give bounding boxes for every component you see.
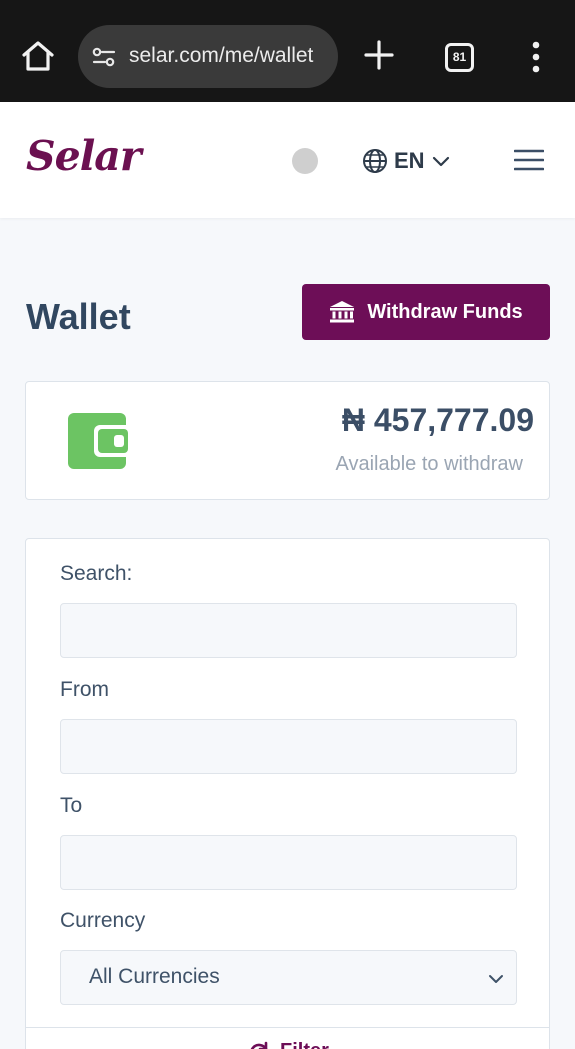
browser-toolbar: selar.com/me/wallet 81 (0, 0, 575, 102)
to-label: To (60, 794, 83, 817)
balance-caption: Available to withdraw (335, 453, 523, 475)
search-label: Search: (60, 562, 133, 585)
from-label: From (60, 678, 109, 701)
balance-amount: ₦ 457,777.09 (341, 402, 534, 438)
tune-icon[interactable] (90, 43, 118, 71)
site-header: Selar EN (0, 102, 575, 218)
to-date-field[interactable] (60, 835, 517, 890)
more-vert-icon[interactable] (524, 40, 548, 74)
selar-logo[interactable]: Selar (26, 132, 141, 180)
avatar[interactable] (292, 148, 318, 174)
filter-footer: Filter (26, 1027, 549, 1049)
globe-icon (363, 149, 387, 173)
filter-button[interactable]: Filter (248, 1040, 329, 1049)
chevron-down-icon (489, 975, 503, 983)
home-icon[interactable] (20, 38, 56, 74)
url-bar[interactable]: selar.com/me/wallet (78, 25, 338, 88)
withdraw-funds-label: Withdraw Funds (367, 300, 523, 323)
filter-card: Search: From To Currency All Currencies … (25, 538, 550, 1049)
plus-icon[interactable] (362, 38, 396, 72)
url-text[interactable]: selar.com/me/wallet (129, 44, 313, 68)
hamburger-menu-icon[interactable] (513, 149, 545, 171)
language-selector[interactable]: EN (362, 146, 451, 176)
withdraw-funds-button[interactable]: Withdraw Funds (302, 284, 550, 340)
chevron-down-icon (432, 156, 449, 167)
currency-label: Currency (60, 909, 146, 932)
from-date-field[interactable] (60, 719, 517, 774)
currency-select[interactable]: All Currencies (60, 950, 517, 1005)
language-label: EN (394, 148, 425, 173)
bank-icon (330, 301, 355, 323)
page-title: Wallet (26, 296, 131, 337)
tab-switcher-button[interactable]: 81 (445, 43, 474, 72)
search-input[interactable] (60, 603, 517, 658)
currency-select-value: All Currencies (89, 965, 220, 988)
wallet-icon (68, 411, 132, 471)
balance-card: ₦ 457,777.09 Available to withdraw (25, 381, 550, 500)
filter-button-label: Filter (280, 1040, 329, 1049)
refresh-icon (250, 1041, 268, 1049)
